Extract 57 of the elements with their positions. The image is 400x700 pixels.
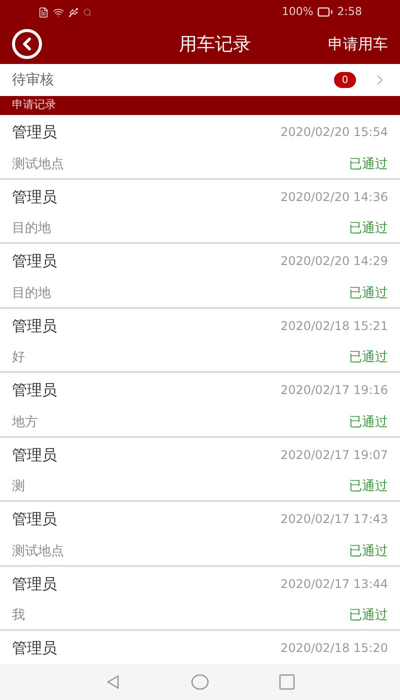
page-title: 用车记录 <box>179 32 251 56</box>
apply-time: 2020/02/17 19:07 <box>280 446 388 464</box>
apply-time: 2020/02/18 15:21 <box>280 318 388 335</box>
apply-time: 2020/02/20 14:29 <box>280 253 388 270</box>
apply-time: 2020/02/18 15:20 <box>280 640 388 658</box>
wifi-icon <box>53 6 64 18</box>
approval-status: 已通过 <box>349 607 388 625</box>
destination: 好 <box>12 349 25 367</box>
record-row[interactable]: 管理员 2020/02/20 14:29 目的地 已通过 <box>0 244 400 308</box>
destination: 测 <box>12 478 25 496</box>
count-badge: 0 <box>334 72 356 88</box>
home-nav-icon[interactable] <box>191 674 209 690</box>
approval-status: 已通过 <box>349 156 388 174</box>
applicant-name: 管理员 <box>12 509 57 530</box>
destination: 测试地点 <box>12 156 64 174</box>
sim-icon <box>38 6 49 18</box>
apply-time: 2020/02/20 14:36 <box>280 188 388 206</box>
destination: 目的地 <box>12 284 51 302</box>
search-icon <box>83 8 92 16</box>
clock: 2:58 <box>337 4 362 20</box>
record-row[interactable]: 管理员 2020/02/17 17:43 测试地点 已通过 <box>0 502 400 566</box>
record-row[interactable]: 管理员 2020/02/17 13:44 我 已通过 <box>0 566 400 631</box>
apply-time: 2020/02/17 13:44 <box>280 576 388 593</box>
approval-status: 已通过 <box>349 220 388 238</box>
applicant-name: 管理员 <box>12 380 57 401</box>
pending-label: 待审核 <box>12 70 55 90</box>
approval-status: 已通过 <box>349 349 388 367</box>
destination: 我 <box>12 607 25 625</box>
approval-status: 已通过 <box>349 284 388 302</box>
destination: 地方 <box>12 414 38 432</box>
approval-status: 已通过 <box>349 478 388 496</box>
applicant-name: 管理员 <box>12 574 57 594</box>
record-row[interactable]: 管理员 2020/02/17 19:16 地方 已通过 <box>0 373 400 438</box>
section-title: 申请记录 <box>12 97 56 114</box>
record-row[interactable]: 管理员 2020/02/17 19:07 测 已通过 <box>0 438 400 502</box>
applicant-name: 管理员 <box>12 186 57 208</box>
apply-time: 2020/02/17 19:16 <box>280 382 388 400</box>
record-row[interactable]: 管理员 2020/02/20 14:36 目的地 已通过 <box>0 180 400 244</box>
record-row[interactable]: 管理员 2020/02/18 15:21 好 已通过 <box>0 308 400 373</box>
apply-link[interactable]: 申请用车 <box>328 32 388 56</box>
record-row[interactable]: 管理员 2020/02/20 15:54 测试地点 已通过 <box>0 115 400 180</box>
back-nav-icon[interactable] <box>105 674 121 690</box>
destination: 测试地点 <box>12 542 64 560</box>
applicant-name: 管理员 <box>12 251 57 272</box>
destination: 目的地 <box>12 220 51 238</box>
applicant-name: 管理员 <box>12 638 57 659</box>
approval-status: 已通过 <box>349 542 388 560</box>
recents-nav-icon[interactable] <box>279 674 295 690</box>
applicant-name: 管理员 <box>12 444 57 466</box>
usb-icon <box>68 6 79 18</box>
applicant-name: 管理员 <box>12 122 57 143</box>
back-button[interactable] <box>12 29 42 59</box>
apply-time: 2020/02/20 15:54 <box>280 124 388 142</box>
applicant-name: 管理员 <box>12 316 57 336</box>
approval-status: 已通过 <box>349 414 388 432</box>
apply-time: 2020/02/17 17:43 <box>280 511 388 528</box>
battery-percent: 100% <box>282 4 314 20</box>
